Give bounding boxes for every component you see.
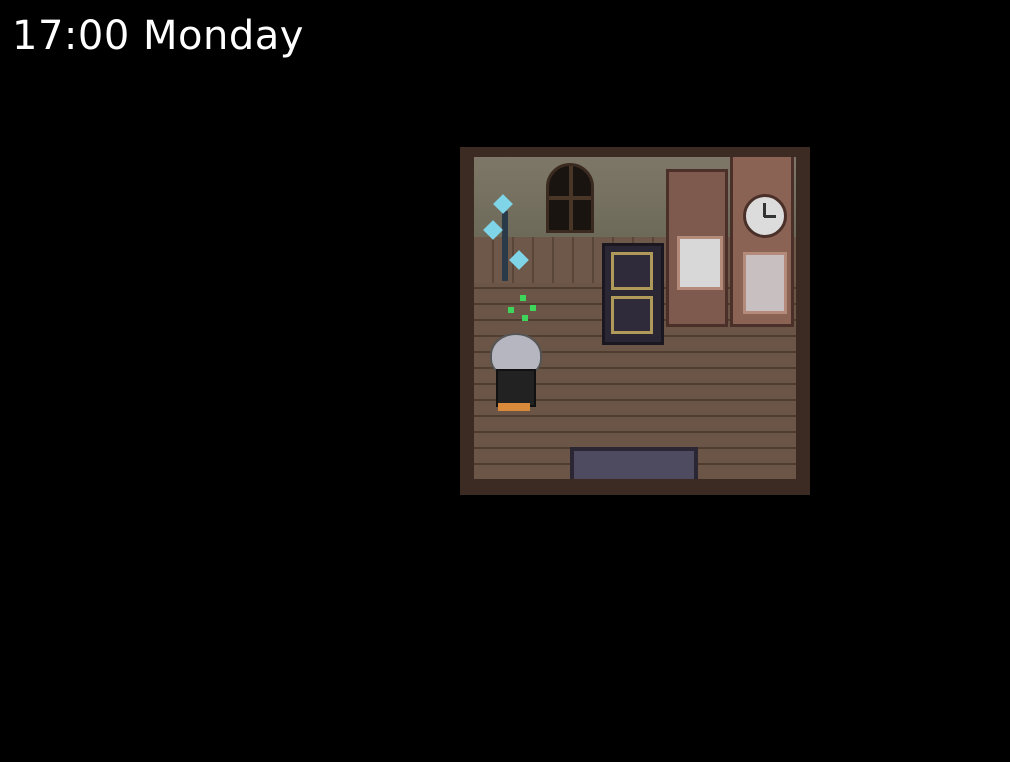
sparkle-icon	[508, 295, 542, 323]
doormat[interactable]	[570, 447, 698, 479]
cabinet-upper-panel	[611, 252, 653, 290]
clock-pendulum	[743, 252, 787, 314]
room-interior	[474, 157, 796, 479]
player-character[interactable]	[484, 333, 544, 413]
player-body	[496, 369, 536, 407]
wardrobe-mirror	[677, 236, 723, 290]
wardrobe[interactable]	[666, 169, 728, 327]
flower-icon	[483, 220, 503, 240]
grandfather-clock[interactable]	[730, 157, 794, 327]
dark-cabinet[interactable]	[602, 243, 664, 345]
cabinet-lower-panel	[611, 296, 653, 334]
flower-icon	[493, 194, 513, 214]
room-view	[460, 147, 810, 495]
player-feet	[498, 403, 530, 411]
arched-window	[546, 163, 594, 233]
flower-icon	[509, 250, 529, 270]
plant-stem	[502, 211, 508, 281]
clock-face-icon	[743, 194, 787, 238]
time-day-label: 17:00 Monday	[12, 13, 304, 59]
potted-plant[interactable]	[478, 191, 534, 287]
